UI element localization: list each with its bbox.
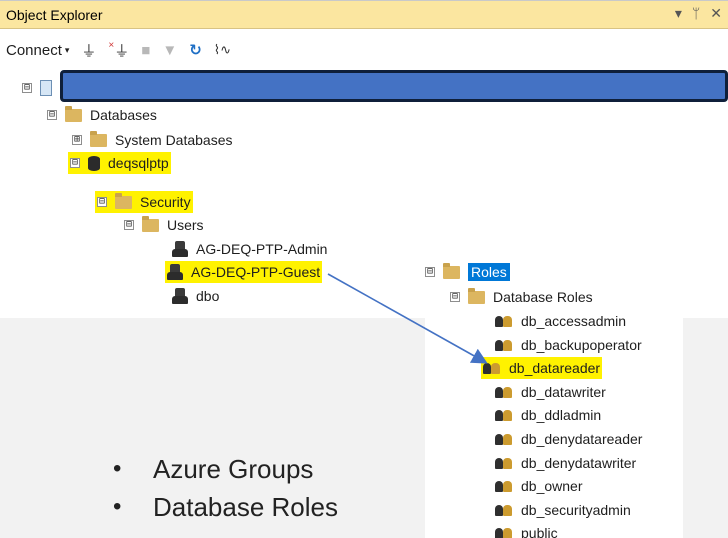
role-item[interactable]: db_securityadmin <box>495 499 631 521</box>
connect-button[interactable]: Connect ▾ <box>6 42 69 59</box>
role-label: public <box>521 525 558 538</box>
user-icon <box>167 264 183 280</box>
pin-icon[interactable]: ᛘ <box>692 5 700 22</box>
role-item[interactable]: db_denydatawriter <box>495 452 636 474</box>
database-icon <box>88 155 100 171</box>
role-item[interactable]: db_backupoperator <box>495 334 642 356</box>
title-controls: ▾ ᛘ ✕ <box>675 5 722 22</box>
bullet-item: • Database Roles <box>113 488 338 526</box>
role-icon <box>495 456 513 470</box>
bullet-list: • Azure Groups • Database Roles <box>113 450 338 526</box>
role-item[interactable]: db_denydatareader <box>495 428 642 450</box>
filter-icon[interactable]: ▼ <box>162 42 177 59</box>
tree-node-server[interactable]: ⊟ <box>22 77 58 99</box>
refresh-icon[interactable]: ↻ <box>189 41 202 59</box>
collapse-icon[interactable]: ⊟ <box>22 83 32 93</box>
tree-node-user-highlighted[interactable]: AG-DEQ-PTP-Guest <box>165 261 323 283</box>
role-label: db_backupoperator <box>521 336 642 353</box>
activity-monitor-icon[interactable]: ⌇∿ <box>214 42 231 58</box>
tree-node-users[interactable]: ⊟ Users <box>124 214 204 236</box>
close-icon[interactable]: ✕ <box>710 5 722 22</box>
role-icon <box>483 361 501 375</box>
role-icon <box>495 385 513 399</box>
collapse-icon[interactable]: ⊟ <box>450 292 460 302</box>
redacted-server-name-bar <box>60 70 728 102</box>
role-item[interactable]: public <box>495 522 558 538</box>
tree-node-label: Databases <box>90 107 157 123</box>
role-item[interactable]: db_ddladmin <box>495 404 601 426</box>
tree-node-user[interactable]: AG-DEQ-PTP-Admin <box>172 238 327 260</box>
role-label: db_datawriter <box>521 383 606 400</box>
tree-node-label: dbo <box>196 288 220 304</box>
roles-tree-panel: ⊟ Roles ⊟ Database Roles db_accessadmind… <box>425 262 683 538</box>
role-icon <box>495 503 513 517</box>
role-icon <box>495 526 513 538</box>
dropdown-icon[interactable]: ▾ <box>675 5 682 22</box>
window-title: Object Explorer <box>6 7 103 23</box>
collapse-icon[interactable]: ⊟ <box>425 267 435 277</box>
role-item[interactable]: db_accessadmin <box>495 310 626 332</box>
tree-node-database-roles[interactable]: ⊟ Database Roles <box>450 286 593 308</box>
role-item[interactable]: db_owner <box>495 475 583 497</box>
role-icon <box>495 432 513 446</box>
folder-icon <box>468 287 485 304</box>
bullet-text: Database Roles <box>153 491 338 522</box>
role-icon <box>495 314 513 328</box>
tree-node-label: Security <box>140 194 191 210</box>
folder-icon <box>443 262 460 279</box>
collapse-icon[interactable]: ⊟ <box>124 220 134 230</box>
tree-node-databases[interactable]: ⊟ Databases <box>47 104 157 126</box>
server-icon <box>40 80 52 96</box>
collapse-icon[interactable]: ⊟ <box>70 158 80 168</box>
tree-node-label: deqsqlptp <box>108 155 169 171</box>
tree-node-label: Users <box>167 217 204 233</box>
role-icon <box>495 338 513 352</box>
role-label: db_denydatawriter <box>521 454 637 471</box>
tree-node-label: AG-DEQ-PTP-Guest <box>191 264 321 280</box>
title-bar: Object Explorer ▾ ᛘ ✕ <box>0 1 728 29</box>
folder-icon <box>65 105 82 122</box>
role-label: db_accessadmin <box>521 313 627 329</box>
collapse-icon[interactable]: ⊟ <box>97 197 107 207</box>
toolbar: Connect ▾ ⏚ ×⏚ ■ ▼ ↻ ⌇∿ <box>0 37 728 63</box>
bullet-dot: • <box>113 455 122 482</box>
tree-node-database-deqsqlptp[interactable]: ⊟ deqsqlptp <box>68 152 171 174</box>
disconnect-plug-icon[interactable]: ×⏚ <box>108 40 129 61</box>
folder-icon <box>115 192 132 209</box>
bullet-text: Azure Groups <box>153 453 314 484</box>
role-label: db_denydatareader <box>521 431 643 447</box>
role-icon <box>495 408 513 422</box>
folder-icon <box>142 215 159 232</box>
role-label: db_securityadmin <box>521 501 631 518</box>
user-icon <box>172 288 188 304</box>
bullet-dot: • <box>113 493 122 520</box>
collapse-icon[interactable]: ⊟ <box>47 110 57 120</box>
folder-icon <box>90 130 107 147</box>
role-label: db_datareader <box>509 360 601 377</box>
tree-node-user[interactable]: dbo <box>172 285 219 307</box>
user-icon <box>172 241 188 257</box>
role-icon <box>495 479 513 493</box>
tree-node-label: AG-DEQ-PTP-Admin <box>196 241 328 257</box>
tree-node-roles[interactable]: ⊟ Roles <box>425 261 510 283</box>
chevron-down-icon: ▾ <box>64 45 70 56</box>
role-label: db_owner <box>521 478 583 495</box>
expand-icon[interactable]: ⊞ <box>72 135 82 145</box>
bullet-item: • Azure Groups <box>113 450 338 488</box>
tree-node-security[interactable]: ⊟ Security <box>95 191 193 213</box>
tree-node-label-selected: Roles <box>468 263 510 281</box>
role-item[interactable]: db_datawriter <box>495 381 606 403</box>
role-item-highlighted[interactable]: db_datareader <box>481 357 603 380</box>
tree-node-label: Database Roles <box>493 289 593 305</box>
stop-icon[interactable]: ■ <box>141 42 150 59</box>
connect-plug-icon[interactable]: ⏚ <box>81 40 96 61</box>
connect-label: Connect <box>6 41 62 59</box>
tree-node-label: System Databases <box>115 132 233 148</box>
tree-node-system-databases[interactable]: ⊞ System Databases <box>72 129 233 151</box>
role-label: db_ddladmin <box>521 407 602 424</box>
